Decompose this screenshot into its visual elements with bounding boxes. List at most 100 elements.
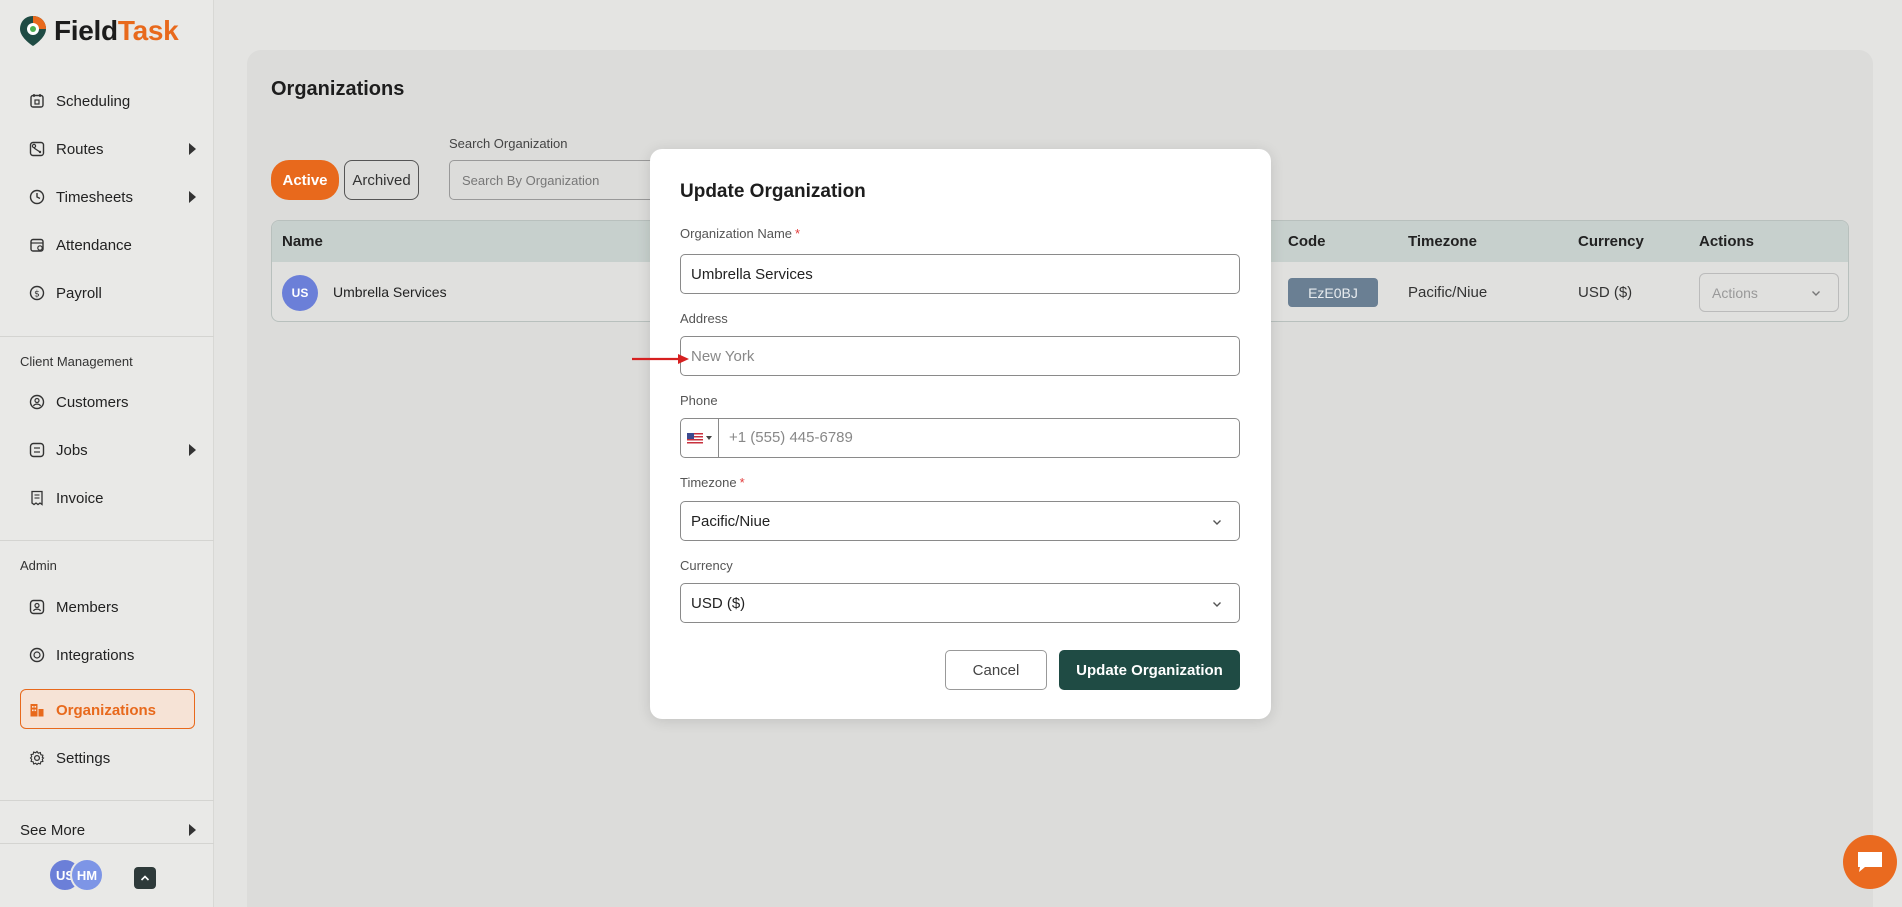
timezone-label-text: Timezone — [680, 475, 737, 490]
required-asterisk: * — [739, 475, 745, 490]
currency-cell: USD ($) — [1578, 284, 1633, 301]
caret-right-icon — [189, 143, 196, 155]
column-header-timezone: Timezone — [1408, 233, 1477, 250]
org-name-label-text: Organization Name — [680, 226, 792, 241]
us-flag-icon — [687, 432, 703, 444]
avatar: US — [282, 275, 318, 311]
actions-dropdown-label: Actions — [1712, 284, 1758, 301]
attendance-icon — [28, 236, 46, 254]
sidebar-divider — [0, 843, 214, 844]
sidebar-item-settings[interactable]: Settings — [28, 745, 192, 771]
logo-text-task: Task — [117, 15, 179, 46]
avatar[interactable]: HM — [70, 858, 104, 892]
org-name-field[interactable]: Umbrella Services — [680, 254, 1240, 294]
gear-icon — [28, 749, 46, 767]
column-header-currency: Currency — [1578, 233, 1644, 250]
jobs-icon — [28, 441, 46, 459]
payroll-icon: $ — [28, 284, 46, 302]
sidebar-item-timesheets[interactable]: Timesheets — [28, 184, 196, 210]
timezone-select[interactable]: Pacific/Niue — [680, 501, 1240, 541]
sidebar: FieldTask Scheduling Routes Timesheets A… — [0, 0, 214, 907]
code-badge: EzE0BJ — [1288, 278, 1378, 307]
logo[interactable]: FieldTask — [18, 14, 179, 48]
sidebar-divider — [0, 800, 214, 801]
timezone-cell: Pacific/Niue — [1408, 284, 1488, 301]
country-code-select[interactable] — [681, 419, 719, 457]
sidebar-item-customers[interactable]: Customers — [28, 389, 192, 415]
search-label: Search Organization — [449, 136, 568, 151]
integrations-icon — [28, 646, 46, 664]
expand-up-button[interactable] — [134, 867, 156, 889]
org-name-cell: Umbrella Services — [333, 284, 447, 300]
modal-title: Update Organization — [680, 181, 866, 202]
red-arrow-annotation — [632, 354, 689, 364]
section-label-admin: Admin — [20, 558, 57, 573]
update-organization-modal: Update Organization Organization Name * U… — [650, 149, 1271, 719]
chat-icon — [1858, 852, 1882, 872]
column-header-name: Name — [282, 233, 323, 250]
sidebar-item-label: Integrations — [56, 646, 135, 664]
sidebar-divider — [0, 336, 214, 337]
timezone-select-value: Pacific/Niue — [691, 512, 771, 530]
column-header-actions: Actions — [1699, 233, 1755, 250]
currency-select-value: USD ($) — [691, 594, 746, 612]
phone-field[interactable]: +1 (555) 445-6789 — [680, 418, 1240, 458]
sidebar-item-label: Settings — [56, 749, 111, 767]
sidebar-item-label: Scheduling — [56, 92, 131, 110]
sidebar-item-label: Routes — [56, 140, 104, 158]
address-field[interactable]: New York — [680, 336, 1240, 376]
members-icon — [28, 598, 46, 616]
svg-text:$: $ — [34, 290, 40, 300]
organizations-icon — [28, 701, 46, 719]
sidebar-item-scheduling[interactable]: Scheduling — [28, 88, 192, 114]
sidebar-item-see-more[interactable]: See More — [20, 817, 196, 843]
caret-right-icon — [189, 444, 196, 456]
sidebar-item-invoice[interactable]: Invoice — [28, 485, 192, 511]
sidebar-item-label: Jobs — [56, 441, 88, 459]
chevron-down-icon — [1213, 520, 1221, 525]
chevron-down-icon — [1213, 602, 1221, 607]
page-title: Organizations — [271, 78, 405, 100]
sidebar-item-label: Timesheets — [56, 188, 133, 206]
tab-archived[interactable]: Archived — [344, 160, 419, 200]
customers-icon — [28, 393, 46, 411]
org-name-label: Organization Name * — [680, 226, 800, 241]
sidebar-item-routes[interactable]: Routes — [28, 136, 196, 162]
actions-dropdown[interactable]: Actions — [1699, 273, 1839, 312]
update-organization-button[interactable]: Update Organization — [1059, 650, 1240, 690]
sidebar-item-label: Customers — [56, 393, 129, 411]
sidebar-item-label: Payroll — [56, 284, 102, 302]
chat-widget-button[interactable] — [1843, 835, 1897, 889]
caret-right-icon — [189, 824, 196, 836]
sidebar-divider — [0, 540, 214, 541]
sidebar-item-integrations[interactable]: Integrations — [28, 642, 192, 668]
caret-down-icon — [706, 436, 712, 440]
address-label: Address — [680, 311, 728, 326]
currency-select[interactable]: USD ($) — [680, 583, 1240, 623]
phone-label: Phone — [680, 393, 718, 408]
search-input[interactable]: Search By Organization — [449, 160, 659, 200]
sidebar-item-members[interactable]: Members — [28, 594, 192, 620]
tab-active[interactable]: Active — [271, 160, 339, 200]
timezone-label: Timezone * — [680, 475, 745, 490]
section-label-client-management: Client Management — [20, 354, 133, 369]
sidebar-item-label: Members — [56, 598, 119, 616]
chevron-down-icon — [1812, 291, 1820, 296]
sidebar-item-label: See More — [20, 821, 86, 839]
invoice-icon — [28, 489, 46, 507]
required-asterisk: * — [795, 226, 801, 241]
clock-icon — [28, 188, 46, 206]
logo-pin-icon — [20, 16, 46, 46]
sidebar-item-jobs[interactable]: Jobs — [28, 437, 196, 463]
sidebar-item-payroll[interactable]: $ Payroll — [28, 280, 192, 306]
sidebar-item-label: Attendance — [56, 236, 132, 254]
sidebar-item-organizations[interactable]: Organizations — [28, 697, 192, 723]
phone-input[interactable]: +1 (555) 445-6789 — [729, 429, 853, 446]
route-icon — [28, 140, 46, 158]
sidebar-item-attendance[interactable]: Attendance — [28, 232, 192, 258]
user-avatars[interactable]: US HM — [48, 858, 104, 892]
column-header-code: Code — [1288, 233, 1326, 250]
logo-text-field: Field — [54, 15, 118, 46]
calendar-icon — [28, 92, 46, 110]
cancel-button[interactable]: Cancel — [945, 650, 1047, 690]
